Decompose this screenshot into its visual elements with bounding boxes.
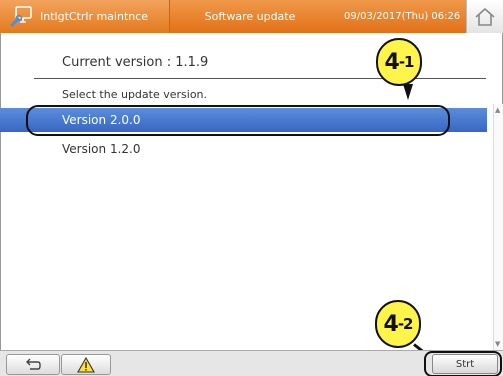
callout-4-1: 4 -1 [376,38,422,86]
warning-icon [77,356,95,373]
callout-main: 4 [383,311,399,337]
back-button[interactable] [6,354,60,375]
scroll-down-icon[interactable]: ▼ [495,340,500,348]
home-icon [475,7,495,26]
app-label: IntlgtCtrlr maintnce [40,10,149,23]
callout-4-2: 4 -2 [375,300,421,348]
version-list-item[interactable]: Version 1.2.0 [0,137,487,161]
app-menu-button[interactable]: IntlgtCtrlr maintnce [0,0,170,33]
back-arrow-icon [26,358,41,370]
datetime-display: 09/03/2017(Thu) 06:26 [330,0,466,33]
warning-button[interactable] [61,354,111,375]
callout-sub: -1 [398,53,415,71]
highlight-ring [26,105,450,136]
version-label: Version 1.2.0 [62,142,141,156]
highlight-ring [424,351,502,376]
select-prompt: Select the update version. [62,88,208,101]
current-version-text: Current version : 1.1.9 [62,55,209,70]
scrollbar[interactable]: ▲ ▼ [493,104,503,350]
callout-pointer [403,84,413,100]
callout-sub: -2 [397,315,414,333]
title-bar: IntlgtCtrlr maintnce Software update 09/… [0,0,503,33]
screen-title: Software update [170,0,330,33]
home-button[interactable] [466,0,503,33]
callout-main: 4 [384,49,400,75]
monitor-wrench-icon [10,6,32,27]
divider [34,78,486,79]
scroll-up-icon[interactable]: ▲ [495,106,500,114]
